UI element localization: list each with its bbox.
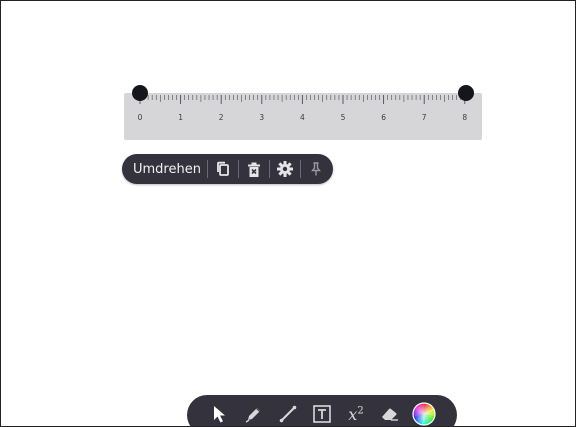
pin-button[interactable] [301, 154, 331, 184]
ruler-tick-label: 7 [422, 113, 427, 122]
eraser-tool[interactable] [373, 401, 407, 426]
settings-icon [276, 161, 293, 177]
whiteboard-canvas[interactable]: 0 1 2 3 4 5 6 7 8 Umdrehen x2 [0, 0, 576, 427]
ruler-context-toolbar: Umdrehen [122, 154, 333, 184]
ruler-tick-label: 8 [462, 113, 467, 122]
delete-button[interactable] [239, 154, 269, 184]
flip-button-label: Umdrehen [133, 161, 201, 177]
ruler-tick-label: 1 [178, 113, 183, 122]
copy-icon [217, 161, 229, 176]
text-icon [313, 405, 331, 423]
text-tool[interactable] [305, 401, 339, 426]
settings-button[interactable] [270, 154, 300, 184]
ruler[interactable]: 0 1 2 3 4 5 6 7 8 [124, 93, 482, 140]
ruler-scale: 0 1 2 3 4 5 6 7 8 [138, 95, 467, 122]
color-picker-tool[interactable] [407, 401, 441, 426]
ruler-tick-label: 6 [381, 113, 386, 122]
color-picker-icon [412, 402, 436, 426]
flip-button[interactable]: Umdrehen [122, 154, 207, 184]
ruler-tick-label: 3 [259, 113, 264, 122]
math-icon: x2 [348, 404, 364, 424]
line-tool[interactable] [271, 401, 305, 426]
ruler-tick-label: 2 [219, 113, 224, 122]
pen-icon [245, 408, 260, 423]
copy-button[interactable] [208, 154, 238, 184]
pin-icon [311, 162, 321, 176]
ruler-tick-label: 0 [138, 113, 143, 122]
eraser-icon [382, 408, 398, 421]
ruler-tick-label: 4 [300, 113, 305, 122]
select-tool[interactable] [203, 401, 237, 426]
ruler-tick-label: 5 [341, 113, 346, 122]
ruler-handle-right[interactable] [458, 85, 474, 101]
math-tool[interactable]: x2 [339, 401, 373, 426]
ruler-handle-left[interactable] [132, 85, 148, 101]
delete-icon [247, 162, 260, 177]
select-icon [214, 406, 225, 423]
pen-tool[interactable] [237, 401, 271, 426]
line-icon [279, 405, 297, 423]
main-toolbar: x2 [187, 395, 457, 426]
